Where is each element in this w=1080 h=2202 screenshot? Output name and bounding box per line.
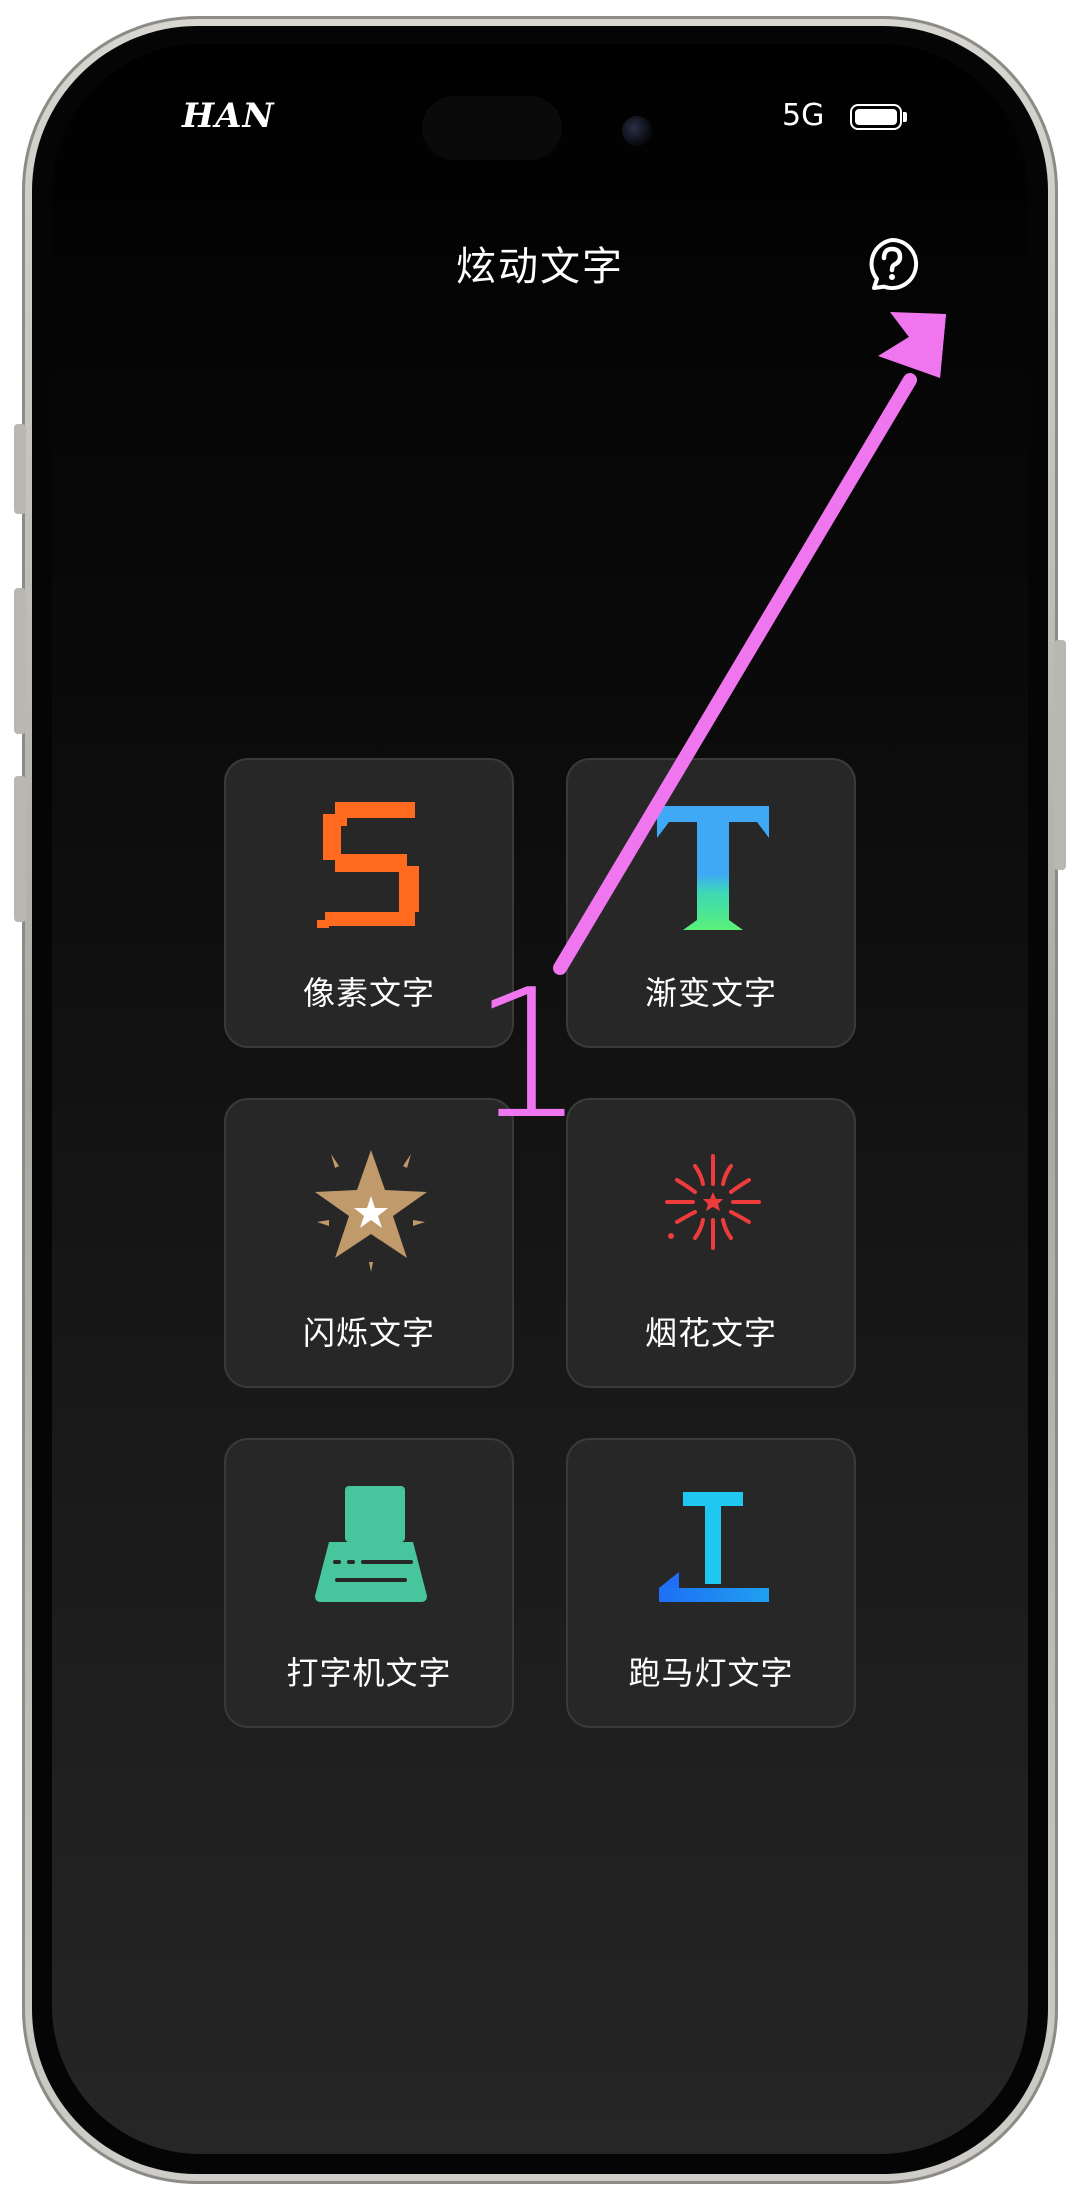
- mute-switch: [14, 424, 26, 514]
- firework-icon: [665, 1154, 761, 1250]
- help-button[interactable]: [864, 236, 920, 292]
- pixel-s-icon: [317, 802, 419, 928]
- sparkle-star-icon: [315, 1150, 427, 1272]
- tile-firework-text[interactable]: 烟花文字: [566, 1098, 856, 1388]
- tile-typewriter-text[interactable]: 打字机文字: [224, 1438, 514, 1728]
- volume-up-button: [14, 588, 26, 734]
- tile-label: 跑马灯文字: [628, 1654, 794, 1692]
- tile-label: 闪烁文字: [302, 1314, 435, 1352]
- tile-gradient-text[interactable]: 渐变文字: [566, 758, 856, 1048]
- tile-sparkle-text[interactable]: 闪烁文字: [224, 1098, 514, 1388]
- typewriter-icon: [315, 1486, 427, 1602]
- tile-label: 像素文字: [302, 974, 435, 1012]
- status-carrier: HAN: [182, 96, 275, 136]
- power-button: [1054, 640, 1066, 870]
- tile-marquee-text[interactable]: 跑马灯文字: [566, 1438, 856, 1728]
- battery-icon: [850, 104, 908, 130]
- annotation-step-number: 1: [472, 951, 586, 1158]
- question-circle-icon: [869, 237, 919, 290]
- page: HAN 5G 炫动文字 像素文字 渐变文字 闪烁文字 烟花文字 打字机文字 跑马…: [0, 0, 1080, 2202]
- dynamic-island: [422, 96, 562, 160]
- status-network: 5G: [782, 98, 825, 133]
- volume-down-button: [14, 776, 26, 922]
- gradient-t-icon: [657, 806, 769, 930]
- tile-label: 烟花文字: [644, 1314, 777, 1352]
- tile-label: 打字机文字: [286, 1654, 452, 1692]
- marquee-t-icon: [659, 1492, 769, 1602]
- tile-pixel-text[interactable]: 像素文字: [224, 758, 514, 1048]
- tile-label: 渐变文字: [644, 974, 777, 1012]
- front-camera: [622, 116, 652, 146]
